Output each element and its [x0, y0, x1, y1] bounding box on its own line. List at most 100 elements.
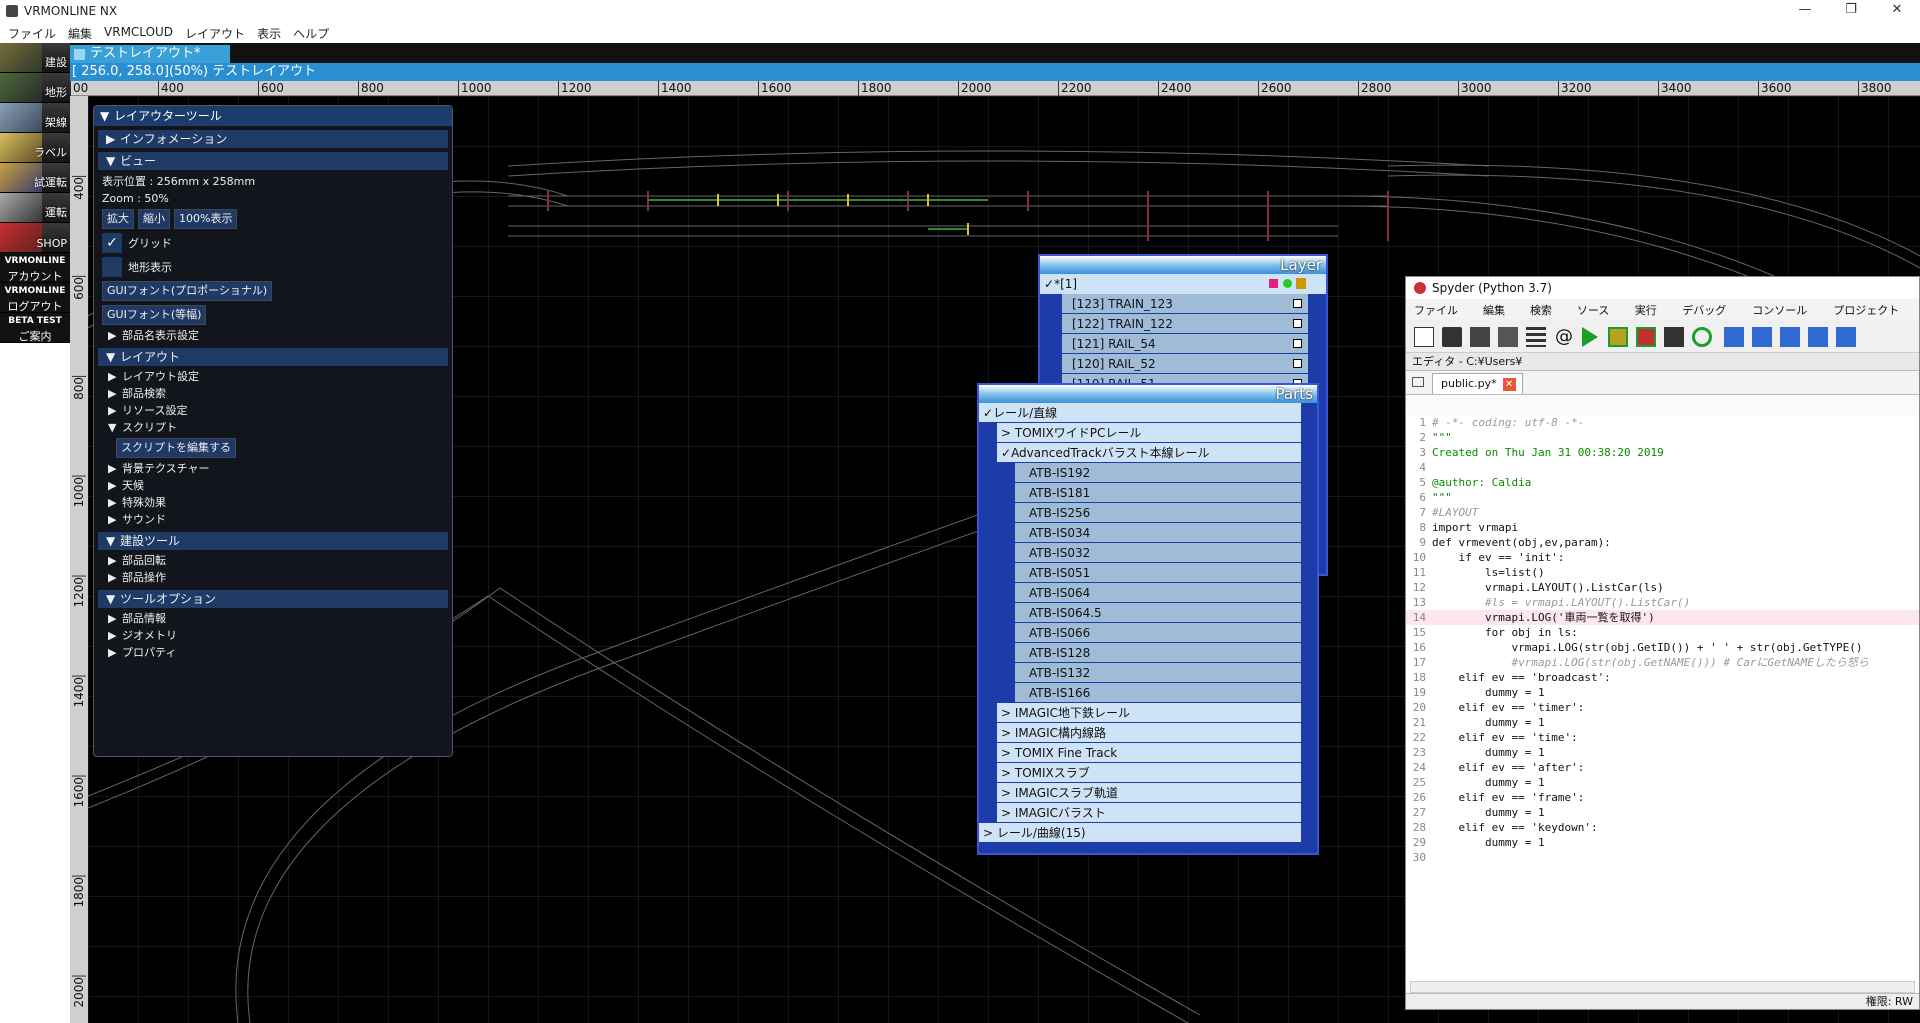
- part-search-item[interactable]: ▶ 部品検索: [94, 385, 452, 402]
- close-tab-icon[interactable]: ✕: [1502, 378, 1516, 391]
- menu-help[interactable]: ヘルプ: [289, 22, 337, 43]
- part-item[interactable]: ATB-IS034: [1015, 523, 1301, 543]
- open-folder-icon[interactable]: [1442, 327, 1462, 347]
- spyder-menu-edit[interactable]: 編集(E): [1479, 299, 1526, 331]
- parts-subcategory[interactable]: > IMAGICスラブ軌道: [997, 783, 1301, 803]
- part-item[interactable]: ATB-IS051: [1015, 563, 1301, 583]
- parts-subcategory[interactable]: > IMAGIC地下鉄レール: [997, 703, 1301, 723]
- spyder-menu-search[interactable]: 検索(S): [1526, 299, 1573, 331]
- part-info-item[interactable]: ▶ 部品情報: [94, 610, 452, 627]
- parts-category[interactable]: ✓レール/直線: [979, 403, 1301, 423]
- menu-layout[interactable]: レイアウト: [181, 22, 253, 43]
- menu-edit[interactable]: 編集: [64, 22, 100, 43]
- background-texture-item[interactable]: ▶ 背景テクスチャー: [94, 460, 452, 477]
- layer-group[interactable]: ✓*[1]: [1040, 274, 1326, 294]
- parts-subcategory[interactable]: > IMAGIC構内線路: [997, 723, 1301, 743]
- part-item[interactable]: ATB-IS256: [1015, 503, 1301, 523]
- menu-vrmcloud[interactable]: VRMCLOUD: [100, 22, 181, 43]
- parts-subcategory[interactable]: > TOMIXワイドPCレール: [997, 423, 1301, 443]
- property-item[interactable]: ▶ プロパティ: [94, 644, 452, 661]
- spyder-menu-project[interactable]: プロジェクト(P): [1829, 299, 1919, 331]
- panel-header[interactable]: ▼ レイアウターツール: [94, 106, 452, 126]
- step-into-icon[interactable]: [1780, 327, 1800, 347]
- spyder-menu-run[interactable]: 実行(R): [1631, 299, 1679, 331]
- layout-tab[interactable]: テストレイアウト*: [70, 45, 230, 63]
- weather-item[interactable]: ▶ 天候: [94, 477, 452, 494]
- part-item[interactable]: ATB-IS032: [1015, 543, 1301, 563]
- run-selection-icon[interactable]: [1664, 327, 1684, 347]
- layer-row[interactable]: [120] RAIL_52: [1062, 354, 1308, 374]
- zoom-100-button[interactable]: 100%表示: [174, 209, 238, 229]
- sidebar-terrain-button[interactable]: 地形: [0, 73, 70, 103]
- minimize-button[interactable]: —: [1782, 0, 1828, 22]
- step-return-icon[interactable]: [1808, 327, 1828, 347]
- resource-settings-item[interactable]: ▶ リソース設定: [94, 402, 452, 419]
- color-icon[interactable]: [1269, 279, 1278, 288]
- file-tab-public-py[interactable]: public.py* ✕: [1432, 373, 1523, 394]
- gui-font-proportional-button[interactable]: GUIフォント(プロポーショナル): [102, 281, 273, 301]
- menu-file[interactable]: ファイル: [4, 22, 64, 43]
- parts-subcategory[interactable]: > TOMIXスラブ: [997, 763, 1301, 783]
- part-item[interactable]: ATB-IS181: [1015, 483, 1301, 503]
- save-icon[interactable]: [1470, 327, 1490, 347]
- parts-subcategory[interactable]: > TOMIX Fine Track: [997, 743, 1301, 763]
- run-cell-advance-icon[interactable]: [1636, 327, 1656, 347]
- run-cell-icon[interactable]: [1608, 327, 1628, 347]
- save-all-icon[interactable]: [1498, 327, 1518, 347]
- geometry-item[interactable]: ▶ ジオメトリ: [94, 627, 452, 644]
- grid-checkbox[interactable]: ✓ グリッド: [94, 231, 452, 255]
- sidebar-beta-button[interactable]: BETA TEST ご案内: [0, 313, 70, 343]
- part-item[interactable]: ATB-IS064.5: [1015, 603, 1301, 623]
- part-item[interactable]: ATB-IS166: [1015, 683, 1301, 703]
- gui-font-mono-button[interactable]: GUIフォント(等幅): [102, 305, 207, 325]
- section-build-tools[interactable]: ▼ 建設ツール: [98, 532, 448, 550]
- close-button[interactable]: ✕: [1874, 0, 1920, 22]
- layer-checkbox[interactable]: [1293, 339, 1302, 348]
- parts-subcategory[interactable]: > IMAGICバラスト: [997, 803, 1301, 823]
- step-icon[interactable]: [1752, 327, 1772, 347]
- edit-script-button[interactable]: スクリプトを編集する: [116, 438, 236, 458]
- layer-row[interactable]: [123] TRAIN_123: [1062, 294, 1308, 314]
- sidebar-testrun-button[interactable]: 試運転: [0, 163, 70, 193]
- spyder-menu-file[interactable]: ファイル(A): [1410, 299, 1479, 331]
- layer-checkbox[interactable]: [1293, 299, 1302, 308]
- at-icon[interactable]: @: [1554, 327, 1574, 347]
- menu-view[interactable]: 表示: [253, 22, 289, 43]
- part-item[interactable]: ATB-IS192: [1015, 463, 1301, 483]
- terrain-checkbox[interactable]: 地形表示: [94, 255, 452, 279]
- layer-row[interactable]: [121] RAIL_54: [1062, 334, 1308, 354]
- layer-checkbox[interactable]: [1293, 359, 1302, 368]
- part-name-display-item[interactable]: ▶ 部品名表示設定: [94, 327, 452, 344]
- restore-button[interactable]: ❐: [1828, 0, 1874, 22]
- new-file-icon[interactable]: [1414, 327, 1434, 347]
- special-effects-item[interactable]: ▶ 特殊効果: [94, 494, 452, 511]
- sound-item[interactable]: ▶ サウンド: [94, 511, 452, 528]
- sidebar-drive-button[interactable]: 運転: [0, 193, 70, 223]
- part-operation-item[interactable]: ▶ 部品操作: [94, 569, 452, 586]
- layer-window-title[interactable]: Layer: [1040, 256, 1326, 274]
- continue-icon[interactable]: [1836, 327, 1856, 347]
- sidebar-build-button[interactable]: 建設: [0, 43, 70, 73]
- sidebar-account-button[interactable]: VRMONLINE アカウント: [0, 253, 70, 283]
- spyder-menu-source[interactable]: ソース(C): [1573, 299, 1631, 331]
- lock-icon[interactable]: [1296, 278, 1306, 289]
- debug-icon[interactable]: [1724, 327, 1744, 347]
- part-rotate-item[interactable]: ▶ 部品回転: [94, 552, 452, 569]
- part-item[interactable]: ATB-IS064: [1015, 583, 1301, 603]
- layer-checkbox[interactable]: [1293, 319, 1302, 328]
- horizontal-scrollbar[interactable]: [1410, 981, 1915, 993]
- parts-category[interactable]: > レール/曲線(15): [979, 823, 1301, 843]
- section-tool-options[interactable]: ▼ ツールオプション: [98, 590, 448, 608]
- sidebar-shop-button[interactable]: SHOP: [0, 223, 70, 253]
- sidebar-logout-button[interactable]: VRMONLINE ログアウト: [0, 283, 70, 313]
- list-icon[interactable]: [1526, 327, 1546, 347]
- zoom-out-button[interactable]: 縮小: [138, 209, 170, 229]
- zoom-in-button[interactable]: 拡大: [102, 209, 134, 229]
- sidebar-label-button[interactable]: ラベル: [0, 133, 70, 163]
- part-item[interactable]: ATB-IS132: [1015, 663, 1301, 683]
- part-item[interactable]: ATB-IS066: [1015, 623, 1301, 643]
- code-editor[interactable]: 1 # -*- coding: utf-8 -*- 2 """ 3 Created on …: [1406, 415, 1919, 981]
- script-item[interactable]: ▼ スクリプト: [94, 419, 452, 436]
- section-view[interactable]: ▼ ビュー: [98, 152, 448, 170]
- spyder-menu-debug[interactable]: デバッグ(D): [1678, 299, 1748, 331]
